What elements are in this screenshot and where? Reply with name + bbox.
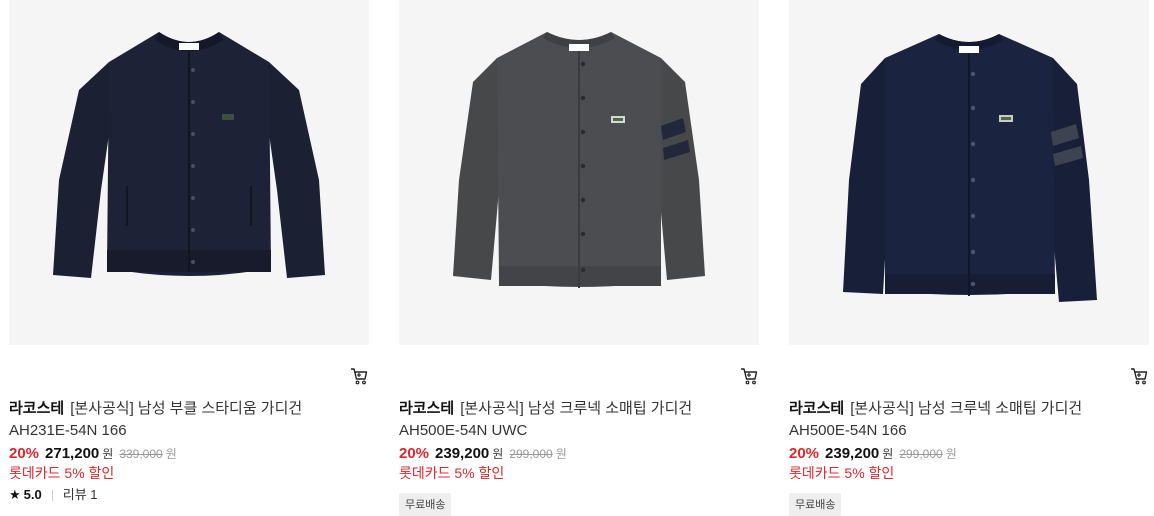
cart-icon — [1131, 368, 1148, 385]
cart-icon — [741, 368, 758, 385]
cardigan-image — [843, 34, 1097, 302]
card-discount: 롯데카드 5% 할인 — [9, 465, 115, 481]
price-row: 20% 271,200 원 339,000 원 — [9, 444, 177, 464]
free-shipping-badge: 무료배송 — [399, 493, 452, 516]
original-currency-unit: 원 — [165, 447, 177, 461]
original-price: 299,000 — [509, 447, 553, 461]
add-to-cart-button[interactable] — [739, 366, 759, 386]
original-price: 299,000 — [899, 447, 943, 461]
brand-name: 라코스테 — [399, 400, 455, 417]
review-summary: ★ 5.0 리뷰 1 — [9, 486, 98, 504]
product-card[interactable]: 라코스테 [본사공식] 남성 부클 스타디움 가디건 AH231E-54N 166… — [9, 0, 369, 502]
add-to-cart-button[interactable] — [349, 366, 369, 386]
cardigan-image — [453, 32, 705, 288]
product-name: [본사공식] 남성 부클 스타디움 가디건 — [70, 400, 303, 417]
brand-name: 라코스테 — [789, 400, 845, 417]
product-code: AH500E-54N UWC — [399, 422, 528, 439]
currency-unit: 원 — [492, 447, 504, 461]
product-image[interactable] — [9, 0, 369, 345]
product-name: [본사공식] 남성 크루넥 소매팁 가디건 — [850, 400, 1083, 417]
discount-rate: 20% — [9, 445, 40, 462]
add-to-cart-button[interactable] — [1129, 366, 1149, 386]
product-title[interactable]: 라코스테 [본사공식] 남성 부클 스타디움 가디건 — [9, 399, 369, 419]
product-title[interactable]: 라코스테 [본사공식] 남성 크루넥 소매팁 가디건 — [789, 399, 1149, 419]
currency-unit: 원 — [102, 447, 114, 461]
original-currency-unit: 원 — [555, 447, 567, 461]
product-card[interactable]: 라코스테 [본사공식] 남성 크루넥 소매팁 가디건 AH500E-54N UWC… — [399, 0, 759, 516]
divider — [51, 490, 53, 502]
brand-name: 라코스테 — [9, 400, 65, 417]
product-card[interactable]: 라코스테 [본사공식] 남성 크루넥 소매팁 가디건 AH500E-54N 166… — [789, 0, 1149, 516]
original-price: 339,000 — [119, 447, 163, 461]
price-row: 20% 239,200 원 299,000 원 — [789, 444, 957, 464]
cart-icon — [351, 368, 368, 385]
cardigan-image — [53, 32, 325, 278]
product-image[interactable] — [399, 0, 759, 345]
product-code: AH500E-54N 166 — [789, 422, 907, 439]
discount-rate: 20% — [789, 445, 820, 462]
sale-price: 239,200 — [825, 445, 880, 462]
currency-unit: 원 — [882, 447, 894, 461]
card-discount: 롯데카드 5% 할인 — [789, 465, 895, 481]
product-grid: 라코스테 [본사공식] 남성 부클 스타디움 가디건 AH231E-54N 166… — [0, 0, 1154, 516]
sale-price: 239,200 — [435, 445, 490, 462]
product-name: [본사공식] 남성 크루넥 소매팁 가디건 — [460, 400, 693, 417]
star-icon: ★ — [9, 487, 21, 502]
product-code: AH231E-54N 166 — [9, 422, 127, 439]
product-title[interactable]: 라코스테 [본사공식] 남성 크루넥 소매팁 가디건 — [399, 399, 759, 419]
discount-rate: 20% — [399, 445, 430, 462]
original-currency-unit: 원 — [945, 447, 957, 461]
free-shipping-badge: 무료배송 — [789, 493, 842, 516]
review-count: 리뷰 1 — [62, 487, 98, 502]
price-row: 20% 239,200 원 299,000 원 — [399, 444, 567, 464]
product-image[interactable] — [789, 0, 1149, 345]
rating-value: 5.0 — [23, 487, 42, 502]
sale-price: 271,200 — [45, 445, 100, 462]
card-discount: 롯데카드 5% 할인 — [399, 465, 505, 481]
